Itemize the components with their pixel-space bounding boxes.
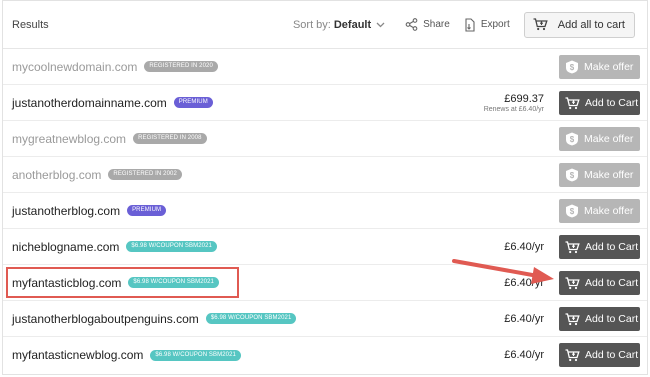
- add-all-to-cart-button[interactable]: Add all to cart: [523, 11, 635, 38]
- add-to-cart-label: Add to Cart: [585, 277, 639, 289]
- results-title: Results: [12, 18, 49, 31]
- dollar-tag-icon: $: [566, 168, 578, 182]
- add-to-cart-label: Add to Cart: [585, 313, 639, 325]
- domain-row: justanotherblog.com PREMIUM $ Make offer: [3, 193, 647, 229]
- dollar-tag-icon: $: [566, 60, 578, 74]
- svg-text:$: $: [570, 63, 575, 72]
- domain-row: myfantasticnewblog.com $6.98 W/COUPON SB…: [3, 337, 647, 373]
- add-all-label: Add all to cart: [557, 18, 625, 31]
- add-to-cart-button[interactable]: Add to Cart: [559, 235, 640, 259]
- add-to-cart-button[interactable]: Add to Cart: [559, 343, 640, 367]
- add-to-cart-label: Add to Cart: [585, 349, 639, 361]
- coupon-badge: $6.98 W/COUPON SBM2021: [150, 349, 241, 361]
- make-offer-label: Make offer: [584, 205, 634, 217]
- domain-row: justanotherdomainname.com PREMIUM £699.3…: [3, 85, 647, 121]
- dollar-tag-icon: $: [566, 204, 578, 218]
- make-offer-label: Make offer: [584, 61, 634, 73]
- price: £6.40/yr: [504, 312, 544, 325]
- registered-badge: REGISTERED IN 2008: [133, 133, 207, 144]
- svg-text:$: $: [570, 135, 575, 144]
- cart-icon: [565, 240, 580, 253]
- chevron-down-icon: [376, 22, 385, 27]
- make-offer-button[interactable]: $ Make offer: [559, 127, 640, 151]
- share-icon: [405, 18, 418, 31]
- domain-name[interactable]: mycoolnewdomain.com: [12, 60, 137, 74]
- svg-text:$: $: [570, 171, 575, 180]
- make-offer-label: Make offer: [584, 169, 634, 181]
- price: £6.40/yr: [504, 349, 544, 361]
- cart-icon: [533, 18, 548, 31]
- add-to-cart-button[interactable]: Add to Cart: [559, 307, 640, 331]
- sort-dropdown[interactable]: Sort by: Default: [293, 19, 385, 31]
- sort-value: Default: [333, 18, 372, 31]
- domain-name[interactable]: justanotherblogaboutpenguins.com: [12, 312, 199, 326]
- domain-row: justanotherblogaboutpenguins.com $6.98 W…: [3, 301, 647, 337]
- export-icon: [465, 17, 475, 32]
- cart-icon: [565, 96, 580, 109]
- premium-badge: PREMIUM: [173, 97, 213, 108]
- make-offer-label: Make offer: [584, 133, 634, 145]
- cart-icon: [565, 312, 580, 325]
- price: £699.37: [504, 92, 544, 105]
- domain-name[interactable]: myfantasticnewblog.com: [12, 348, 143, 362]
- cart-icon: [565, 348, 580, 361]
- sort-label: Sort by:: [292, 18, 331, 31]
- premium-badge: PREMIUM: [127, 205, 167, 216]
- add-to-cart-button[interactable]: Add to Cart: [559, 271, 640, 295]
- renewal-price: Renews at £6.40/yr: [483, 105, 544, 113]
- domain-name[interactable]: mygreatnewblog.com: [12, 132, 126, 146]
- make-offer-button[interactable]: $ Make offer: [559, 163, 640, 187]
- cart-icon: [565, 276, 580, 289]
- domain-name[interactable]: justanotherblog.com: [12, 204, 120, 218]
- add-to-cart-button[interactable]: Add to Cart: [559, 91, 640, 115]
- add-to-cart-label: Add to Cart: [585, 241, 639, 253]
- registered-badge: REGISTERED IN 2020: [144, 61, 218, 72]
- add-to-cart-label: Add to Cart: [585, 97, 639, 109]
- share-button[interactable]: Share: [405, 18, 450, 31]
- domain-name[interactable]: anotherblog.com: [12, 168, 101, 182]
- price-block: £699.37 Renews at £6.40/yr: [484, 93, 544, 113]
- results-header: Results Sort by: Default Share Export Ad…: [3, 1, 647, 49]
- results-panel: Results Sort by: Default Share Export Ad…: [2, 0, 648, 375]
- price-block: £6.40/yr: [504, 241, 544, 253]
- arrow-annotation: [452, 259, 554, 284]
- make-offer-button[interactable]: $ Make offer: [559, 55, 640, 79]
- highlight-box: [6, 267, 239, 298]
- make-offer-button[interactable]: $ Make offer: [559, 199, 640, 223]
- domain-row: mygreatnewblog.com REGISTERED IN 2008 $ …: [3, 121, 647, 157]
- export-label: Export: [480, 19, 510, 30]
- coupon-badge: $6.98 W/COUPON SBM2021: [126, 241, 217, 252]
- dollar-tag-icon: $: [566, 132, 578, 146]
- price-block: £6.40/yr: [504, 313, 544, 325]
- domain-row: mycoolnewdomain.com REGISTERED IN 2020 $…: [3, 49, 647, 85]
- price: £6.40/yr: [504, 240, 544, 253]
- coupon-badge: $6.98 W/COUPON SBM2021: [205, 313, 297, 324]
- registered-badge: REGISTERED IN 2002: [108, 169, 182, 180]
- export-button[interactable]: Export: [464, 17, 510, 32]
- domain-row: anotherblog.com REGISTERED IN 2002 $ Mak…: [3, 157, 647, 193]
- svg-text:$: $: [570, 207, 575, 216]
- share-label: Share: [423, 19, 450, 30]
- domain-name[interactable]: nicheblogname.com: [12, 240, 119, 254]
- price-block: £6.40/yr: [504, 349, 544, 361]
- domain-name[interactable]: justanotherdomainname.com: [12, 96, 167, 110]
